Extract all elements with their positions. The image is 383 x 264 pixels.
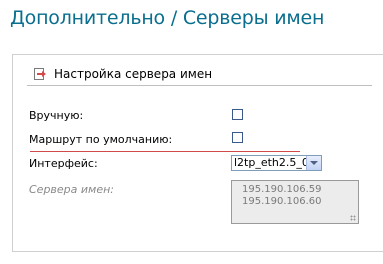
- chevron-down-icon[interactable]: [306, 156, 321, 170]
- panel-header: Настройка сервера имен: [27, 63, 372, 86]
- name-servers-label: Сервера имен:: [29, 183, 115, 196]
- interface-select-value: l2tp_eth2.5_0: [234, 156, 309, 169]
- default-route-checkbox[interactable]: [232, 132, 243, 143]
- manual-label: Вручную:: [29, 109, 84, 122]
- page-title: Дополнительно / Серверы имен: [10, 7, 325, 29]
- manual-checkbox[interactable]: [232, 109, 243, 120]
- name-server-entry: 195.190.106.59: [242, 184, 322, 195]
- name-server-settings-panel: Настройка сервера имен Вручную: Маршрут …: [12, 54, 383, 252]
- resize-grip-icon[interactable]: [350, 215, 356, 221]
- panel-arrow-icon: [34, 68, 46, 80]
- divider-line: [30, 151, 300, 152]
- interface-select[interactable]: l2tp_eth2.5_0: [231, 155, 322, 171]
- interface-label: Интерфейс:: [29, 157, 98, 170]
- panel-title: Настройка сервера имен: [54, 67, 213, 81]
- name-servers-textarea[interactable]: 195.190.106.59 195.190.106.60: [231, 180, 359, 224]
- default-route-label: Маршрут по умолчанию:: [29, 133, 173, 146]
- name-server-entry: 195.190.106.60: [242, 196, 322, 207]
